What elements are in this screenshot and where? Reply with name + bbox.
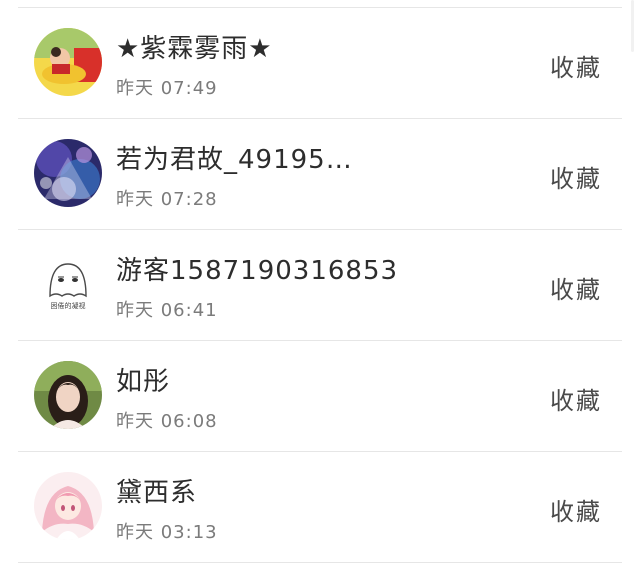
favorite-button[interactable]: 收藏 (550, 48, 602, 83)
contact-name: 游客1587190316853 (116, 256, 399, 286)
contact-name: 若为君故_49195… (116, 145, 353, 175)
message-time: 昨天 07:49 (116, 78, 218, 99)
avatar-caption: 困倦的凝视 (51, 301, 86, 310)
chat-history-screen: ★紫霖雾雨★ 昨天 07:49 收藏 若为君故_49195… 昨天 07:28 … (0, 0, 640, 565)
avatar[interactable] (34, 28, 102, 96)
favorite-button[interactable]: 收藏 (550, 270, 602, 305)
portrait-avatar-icon (34, 361, 102, 429)
list-item[interactable]: 困倦的凝视 游客1587190316853 昨天 06:41 收藏 (18, 230, 622, 341)
contact-name: 黛西系 (116, 478, 198, 508)
favorite-button[interactable]: 收藏 (550, 159, 602, 194)
favorite-button[interactable]: 收藏 (550, 381, 602, 416)
contact-name: ★紫霖雾雨★ (116, 34, 273, 64)
anime-girl-avatar-icon (34, 472, 102, 540)
contact-name: 如彤 (116, 367, 171, 397)
message-time: 昨天 06:41 (116, 300, 218, 321)
message-time: 昨天 03:13 (116, 522, 218, 543)
list-item[interactable]: 黛西系 昨天 03:13 收藏 (18, 452, 622, 563)
child-photo-avatar-icon (34, 28, 102, 96)
galaxy-art-avatar-icon (34, 139, 102, 207)
message-time: 昨天 07:28 (116, 189, 218, 210)
list-item[interactable]: 若为君故_49195… 昨天 07:28 收藏 (18, 119, 622, 230)
avatar[interactable] (34, 139, 102, 207)
contact-list: ★紫霖雾雨★ 昨天 07:49 收藏 若为君故_49195… 昨天 07:28 … (18, 8, 622, 563)
message-time: 昨天 06:08 (116, 411, 218, 432)
avatar[interactable] (34, 472, 102, 540)
avatar[interactable] (34, 361, 102, 429)
cartoon-ghost-avatar-icon: 困倦的凝视 (34, 250, 102, 318)
scrollbar[interactable] (631, 0, 634, 52)
avatar[interactable]: 困倦的凝视 (34, 250, 102, 318)
list-item[interactable]: ★紫霖雾雨★ 昨天 07:49 收藏 (18, 8, 622, 119)
favorite-button[interactable]: 收藏 (550, 492, 602, 527)
list-item[interactable]: 如彤 昨天 06:08 收藏 (18, 341, 622, 452)
